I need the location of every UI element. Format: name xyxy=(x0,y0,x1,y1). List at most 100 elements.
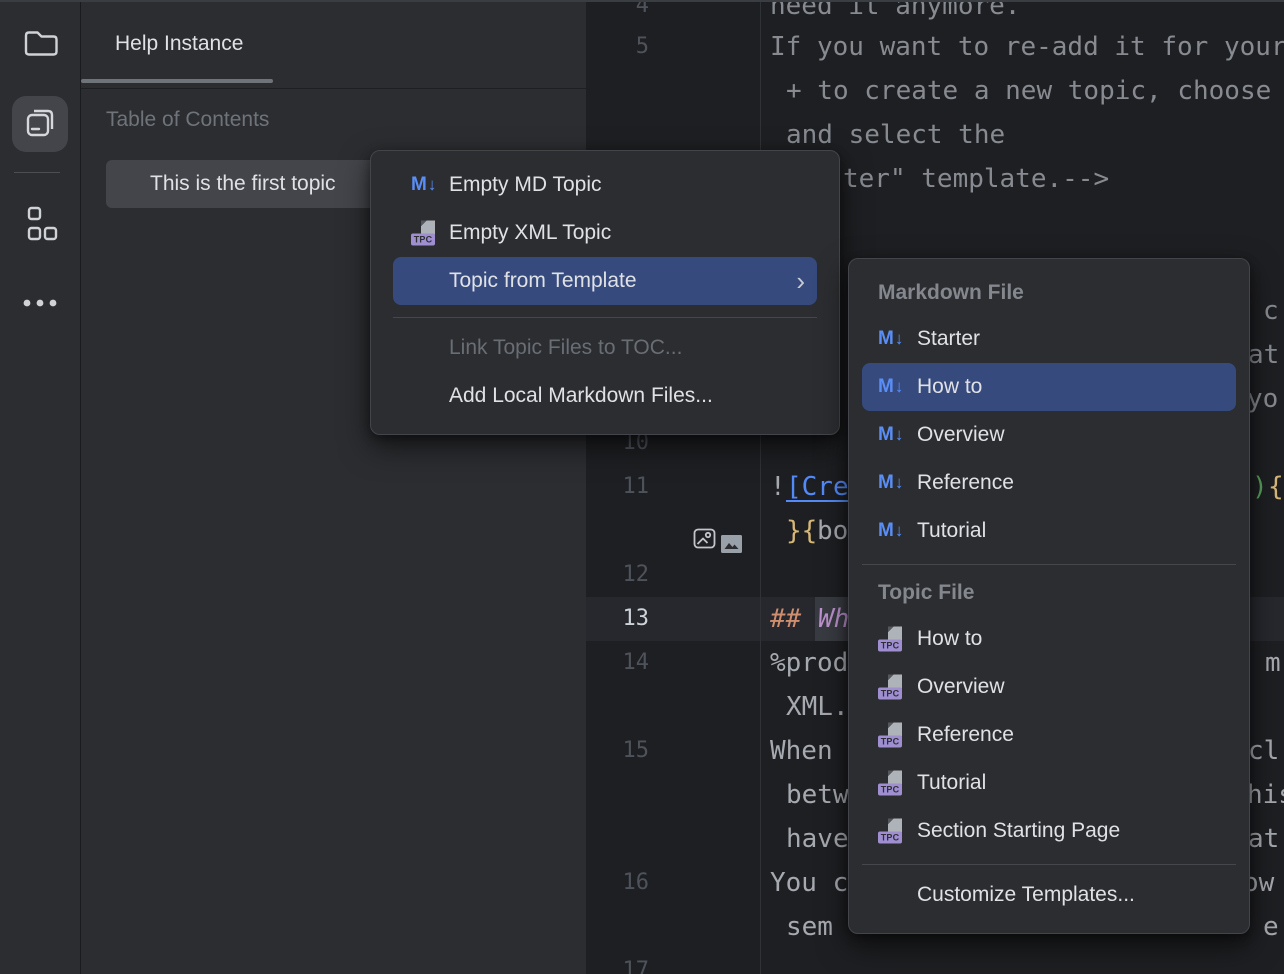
structure-icon xyxy=(22,204,58,249)
code-token: }{ xyxy=(786,509,817,553)
code-token: sem xyxy=(786,905,833,949)
submenu-item-md-starter[interactable]: M↓ Starter xyxy=(862,315,1236,363)
menu-item-topic-from-template[interactable]: Topic from Template › xyxy=(393,257,817,305)
code-token: ! xyxy=(770,465,786,509)
submenu-item-tpc-section-starting-page[interactable]: TPCSection Starting Page xyxy=(862,807,1236,855)
menu-item-label: How to xyxy=(917,375,982,399)
code-line: 17 xyxy=(586,949,1284,974)
submenu-item-md-how-to[interactable]: M↓ How to xyxy=(862,363,1236,411)
topic-file-icon: TPC xyxy=(878,675,903,700)
line-number: 15 xyxy=(586,729,649,773)
markdown-file-icon: M↓ xyxy=(878,328,908,350)
code-token: betw xyxy=(786,773,849,817)
line-number: 14 xyxy=(586,641,649,685)
menu-item-label: Starter xyxy=(917,327,980,351)
code-token: Wh xyxy=(815,597,852,641)
code-token: ter" template.--> xyxy=(843,157,1109,201)
stripe-more-button[interactable] xyxy=(12,277,68,333)
toc-toolbar: Table of Contents xyxy=(81,88,586,152)
code-line: + to create a new topic, choose xyxy=(586,69,1284,113)
code-token: [Cre xyxy=(786,465,849,509)
code-line: 4 need it anymore. xyxy=(586,0,1284,28)
code-token: + to create a new topic, choose xyxy=(786,69,1271,113)
topic-file-icon: TPC xyxy=(878,627,903,652)
code-line: 5 If you want to re-add it for your xyxy=(586,25,1284,69)
code-token: need it anymore. xyxy=(770,0,1020,28)
markdown-file-icon: M↓ xyxy=(878,424,908,446)
menu-item-label: Reference xyxy=(917,723,1014,747)
folder-icon xyxy=(21,23,59,66)
line-number: 12 xyxy=(586,553,649,597)
menu-item-label: Add Local Markdown Files... xyxy=(449,384,713,408)
submenu-item-md-reference[interactable]: M↓ Reference xyxy=(862,459,1236,507)
submenu-item-tpc-tutorial[interactable]: TPC Tutorial xyxy=(862,759,1236,807)
menu-item-label: Section Starting Page xyxy=(917,819,1120,843)
code-token: at xyxy=(1248,817,1279,861)
tool-stripe xyxy=(0,0,81,974)
markdown-file-icon: M↓ xyxy=(878,376,908,398)
topic-file-icon: TPC xyxy=(411,221,436,246)
window-top-border xyxy=(0,0,1284,2)
submenu-item-tpc-how-to[interactable]: TPCHow to xyxy=(862,615,1236,663)
markdown-file-icon: M↓ xyxy=(878,472,908,494)
submenu-chevron-icon: › xyxy=(796,268,805,294)
stripe-structure-button[interactable] xyxy=(12,198,68,254)
code-token: ) xyxy=(1252,465,1268,509)
menu-separator xyxy=(393,317,817,318)
tab-indicator xyxy=(81,79,273,83)
line-number: 4 xyxy=(586,0,649,28)
panel-title: Help Instance xyxy=(115,0,243,88)
add-topic-menu: M↓ Empty MD Topic TPC Empty XML Topic Topic … xyxy=(370,150,840,435)
submenu-item-tpc-overview[interactable]: TPC Overview xyxy=(862,663,1236,711)
code-token: ## xyxy=(770,597,801,641)
code-token: yo xyxy=(1247,377,1278,421)
code-token: m xyxy=(1265,641,1281,685)
code-token: c xyxy=(1263,289,1279,333)
submenu-header-topic-file: Topic File xyxy=(878,571,1249,615)
toc-label: Table of Contents xyxy=(106,88,269,152)
menu-item-label: Topic from Template xyxy=(449,269,637,293)
code-token: When xyxy=(770,729,833,773)
submenu-item-md-overview[interactable]: M↓ Overview xyxy=(862,411,1236,459)
code-token: cl xyxy=(1248,729,1279,773)
line-number: 11 xyxy=(586,465,649,509)
menu-item-label: Customize Templates... xyxy=(917,883,1135,907)
markdown-file-icon: M↓ xyxy=(411,174,441,196)
menu-item-label: Overview xyxy=(917,675,1005,699)
line-number: 13 xyxy=(586,597,649,641)
submenu-item-md-tutorial[interactable]: M↓ Tutorial xyxy=(862,507,1236,555)
menu-item-link-topic-files-to-toc[interactable]: Link Topic Files to TOC... xyxy=(393,324,817,372)
code-token: have xyxy=(786,817,849,861)
code-token: e xyxy=(1263,905,1279,949)
stripe-divider xyxy=(14,172,60,173)
markdown-file-icon: M↓ xyxy=(878,520,908,542)
menu-item-label: Link Topic Files to TOC... xyxy=(449,336,682,360)
stripe-topics-button[interactable] xyxy=(12,96,68,152)
submenu-item-customize-templates[interactable]: Customize Templates... xyxy=(862,871,1236,919)
submenu-separator xyxy=(862,864,1236,865)
submenu-item-tpc-reference[interactable]: TPC Reference xyxy=(862,711,1236,759)
menu-item-label: Tutorial xyxy=(917,771,986,795)
toc-item-label: This is the first topic xyxy=(150,160,336,208)
menu-item-label: Empty XML Topic xyxy=(449,221,611,245)
menu-item-tpc-empty-xml-topic[interactable]: TPC Empty XML Topic xyxy=(393,209,817,257)
submenu-header-markdown-file: Markdown File xyxy=(878,271,1249,315)
topic-file-icon: TPC xyxy=(878,723,903,748)
line-number: 5 xyxy=(586,25,649,69)
ide-window: Help Instance Table of Contents xyxy=(0,0,1284,974)
code-token: %prod xyxy=(770,641,848,685)
code-token: XML. xyxy=(786,685,849,729)
topic-file-icon: TPC xyxy=(878,771,903,796)
code-token: You c xyxy=(770,861,848,905)
menu-item-label: Tutorial xyxy=(917,519,986,543)
stripe-project-button[interactable] xyxy=(12,16,68,72)
menu-item-label: Empty MD Topic xyxy=(449,173,602,197)
code-token: If you want to re-add it for your xyxy=(770,25,1284,69)
toc-panel: Help Instance Table of Contents xyxy=(81,0,586,974)
template-submenu: Markdown File M↓ Starter M↓ How to M↓ Overview… xyxy=(848,258,1250,934)
menu-item-add-local-markdown-files[interactable]: Add Local Markdown Files... xyxy=(393,372,817,420)
menu-item-md-empty-md-topic[interactable]: M↓ Empty MD Topic xyxy=(393,161,817,209)
line-number: 17 xyxy=(586,949,649,974)
menu-item-label: Reference xyxy=(917,471,1014,495)
menu-item-label: Overview xyxy=(917,423,1005,447)
